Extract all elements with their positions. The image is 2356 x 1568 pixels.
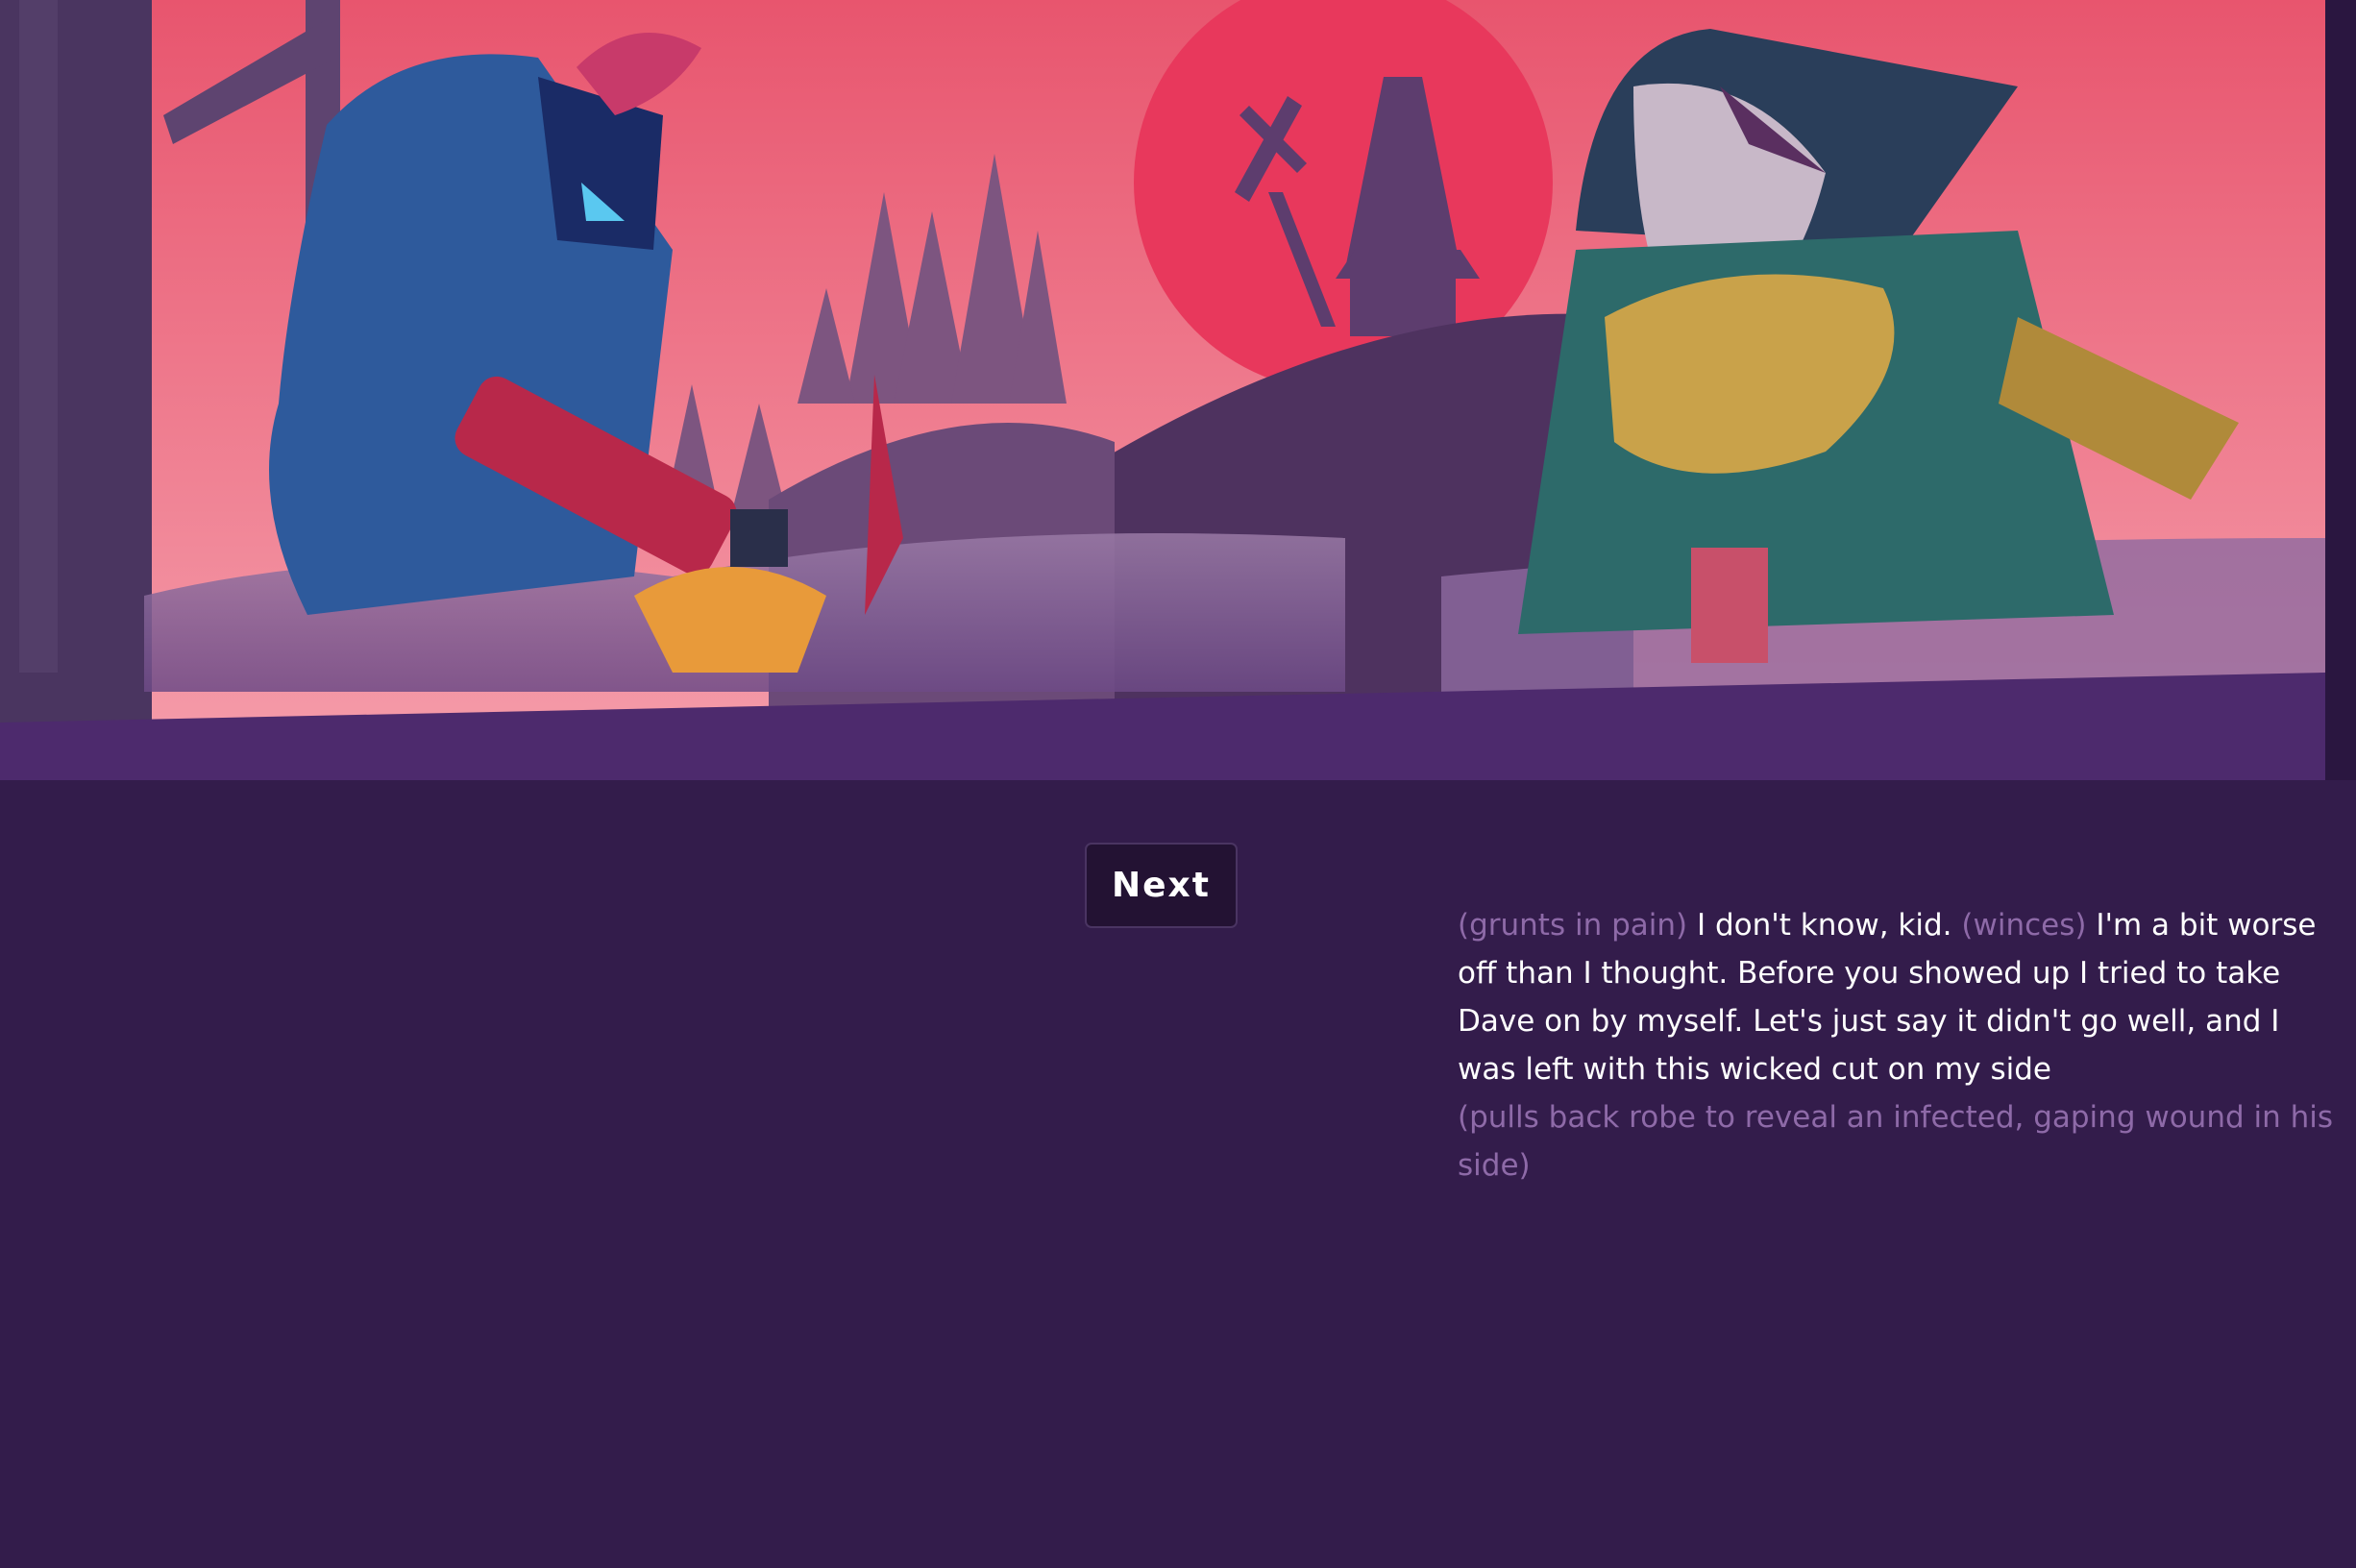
dialogue-box: (grunts in pain) I don't know, kid. (win… xyxy=(1458,901,2342,1189)
scene-artwork xyxy=(0,0,2356,780)
frame-edge xyxy=(2325,0,2356,780)
stage-direction: (winces) xyxy=(1961,908,2087,943)
stage-direction: (grunts in pain) xyxy=(1458,908,1688,943)
stage-direction-line: (pulls back robe to reveal an infected, … xyxy=(1458,1100,2334,1183)
dialogue-speech: I don't know, kid. xyxy=(1687,908,1962,943)
next-button[interactable]: Next xyxy=(1085,843,1238,928)
scene-illustration xyxy=(0,0,2356,780)
dialogue-line: (grunts in pain) I don't know, kid. (win… xyxy=(1458,901,2342,1093)
